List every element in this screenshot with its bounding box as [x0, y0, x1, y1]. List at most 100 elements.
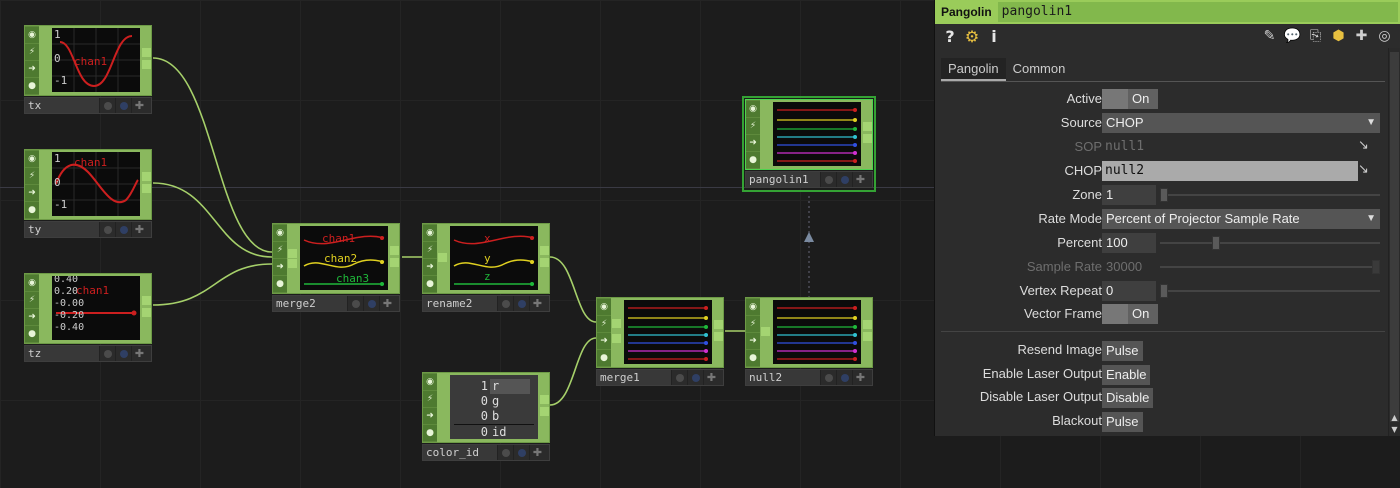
viewer-icon[interactable]: ◉	[423, 225, 437, 241]
lock-icon[interactable]: ●	[423, 425, 437, 441]
expand-icon[interactable]: ✚	[852, 172, 868, 187]
scrollbar-thumb[interactable]	[1390, 52, 1399, 422]
sample-rate-slider[interactable]	[1160, 260, 1380, 274]
bypass-icon[interactable]: ⚡	[597, 316, 611, 332]
op-name-field[interactable]: pangolin1	[997, 2, 1398, 22]
display-flag[interactable]	[347, 296, 363, 311]
bypass-icon[interactable]: ⚡	[25, 292, 39, 308]
op-pick-icon[interactable]: ↘	[1358, 138, 1369, 153]
arrow-icon[interactable]: ➜	[25, 61, 39, 77]
output-connector[interactable]	[390, 246, 399, 255]
lock-icon[interactable]: ●	[273, 276, 287, 292]
add-icon[interactable]: ✚	[1350, 28, 1373, 44]
scroll-up-icon[interactable]: ▲	[1390, 413, 1399, 422]
input-connector[interactable]	[612, 319, 621, 328]
display-flag[interactable]	[497, 296, 513, 311]
lock-icon[interactable]: ●	[423, 276, 437, 292]
bypass-icon[interactable]: ⚡	[423, 391, 437, 407]
vertex-repeat-field[interactable]: 0	[1102, 281, 1156, 301]
python-icon[interactable]: ⬢	[1327, 28, 1350, 44]
render-flag[interactable]	[513, 296, 529, 311]
input-connector[interactable]	[288, 259, 297, 268]
render-flag[interactable]	[363, 296, 379, 311]
python-help-icon[interactable]: ⚙	[961, 27, 983, 46]
output-connector[interactable]	[390, 258, 399, 267]
bypass-icon[interactable]: ⚡	[746, 316, 760, 332]
node-merge1[interactable]: ◉ ⚡ ➜ ● merge1 ✚	[596, 297, 724, 387]
node-tz[interactable]: ◉ ⚡ ➜ ● 0.40 0.20 -0.00 -0.20 -0.40 chan1 t…	[24, 273, 152, 363]
node-name[interactable]: merge2	[273, 296, 347, 311]
bypass-icon[interactable]: ⚡	[25, 168, 39, 184]
bypass-icon[interactable]: ⚡	[273, 242, 287, 258]
info-icon[interactable]: i	[983, 27, 1005, 46]
tab-common[interactable]: Common	[1006, 58, 1073, 81]
render-flag[interactable]	[513, 445, 529, 460]
viewer-icon[interactable]: ◉	[423, 374, 437, 390]
output-connector[interactable]	[714, 320, 723, 329]
expand-icon[interactable]: ✚	[852, 370, 868, 385]
viewer-icon[interactable]: ◉	[746, 299, 760, 315]
node-name[interactable]: pangolin1	[746, 172, 820, 187]
source-menu[interactable]: CHOP	[1102, 113, 1380, 133]
node-name[interactable]: rename2	[423, 296, 497, 311]
resend-image-button[interactable]: Pulse	[1102, 341, 1143, 361]
arrow-icon[interactable]: ➜	[273, 259, 287, 275]
render-flag[interactable]	[115, 346, 131, 361]
output-connector[interactable]	[863, 332, 872, 341]
lock-icon[interactable]: ●	[597, 350, 611, 366]
render-flag[interactable]	[115, 98, 131, 113]
panel-scrollbar[interactable]: ▲ ▼	[1388, 48, 1400, 436]
lock-icon[interactable]: ●	[25, 78, 39, 94]
percent-field[interactable]: 100	[1102, 233, 1156, 253]
display-flag[interactable]	[497, 445, 513, 460]
node-name[interactable]: ty	[25, 222, 99, 237]
tab-pangolin[interactable]: Pangolin	[941, 58, 1006, 81]
lock-icon[interactable]: ●	[746, 152, 760, 168]
node-null2[interactable]: ◉ ⚡ ➜ ● null2 ✚	[745, 297, 873, 387]
arrow-icon[interactable]: ➜	[25, 185, 39, 201]
output-connector[interactable]	[540, 246, 549, 255]
sop-field[interactable]: null1	[1102, 137, 1358, 157]
help-icon[interactable]: ?	[939, 27, 961, 46]
node-tx[interactable]: ◉ ⚡ ➜ ● 1 0 -1 chan1 tx ✚	[24, 25, 152, 115]
vector-frame-toggle[interactable]: On	[1102, 304, 1158, 324]
node-name[interactable]: tz	[25, 346, 99, 361]
output-connector[interactable]	[142, 172, 151, 181]
viewer-icon[interactable]: ◉	[25, 275, 39, 291]
arrow-icon[interactable]: ➜	[746, 333, 760, 349]
render-flag[interactable]	[836, 172, 852, 187]
clone-icon[interactable]: ⎘	[1304, 28, 1327, 44]
render-flag[interactable]	[115, 222, 131, 237]
sample-rate-field[interactable]: 30000	[1102, 257, 1156, 277]
edit-icon[interactable]: ✎	[1258, 28, 1281, 44]
bypass-icon[interactable]: ⚡	[25, 44, 39, 60]
rate-mode-menu[interactable]: Percent of Projector Sample Rate	[1102, 209, 1380, 229]
op-pick-icon[interactable]: ↘	[1358, 162, 1369, 177]
input-connector[interactable]	[288, 249, 297, 258]
node-color-id[interactable]: ◉ ⚡ ➜ ● 1r 0g 0b 0 id color_id ✚	[422, 372, 550, 462]
display-flag[interactable]	[99, 222, 115, 237]
viewer-icon[interactable]: ◉	[746, 101, 760, 117]
expand-icon[interactable]: ✚	[131, 98, 147, 113]
arrow-icon[interactable]: ➜	[423, 408, 437, 424]
node-merge2[interactable]: ◉ ⚡ ➜ ● chan1 chan2 chan3 merge2 ✚	[272, 223, 400, 313]
output-connector[interactable]	[142, 308, 151, 317]
lock-icon[interactable]: ●	[746, 350, 760, 366]
display-flag[interactable]	[820, 370, 836, 385]
display-flag[interactable]	[820, 172, 836, 187]
expand-icon[interactable]: ✚	[131, 346, 147, 361]
display-flag[interactable]	[99, 98, 115, 113]
active-toggle[interactable]: On	[1102, 89, 1158, 109]
bypass-icon[interactable]: ⚡	[746, 118, 760, 134]
input-connector[interactable]	[761, 327, 770, 336]
output-connector[interactable]	[540, 395, 549, 404]
node-name[interactable]: color_id	[423, 445, 497, 460]
comment-icon[interactable]: 💬	[1281, 28, 1304, 44]
expand-icon[interactable]: ✚	[379, 296, 395, 311]
arrow-icon[interactable]: ➜	[25, 309, 39, 325]
bypass-icon[interactable]: ⚡	[423, 242, 437, 258]
node-name[interactable]: null2	[746, 370, 820, 385]
display-flag[interactable]	[671, 370, 687, 385]
viewer-icon[interactable]: ◉	[597, 299, 611, 315]
viewer-icon[interactable]: ◉	[273, 225, 287, 241]
